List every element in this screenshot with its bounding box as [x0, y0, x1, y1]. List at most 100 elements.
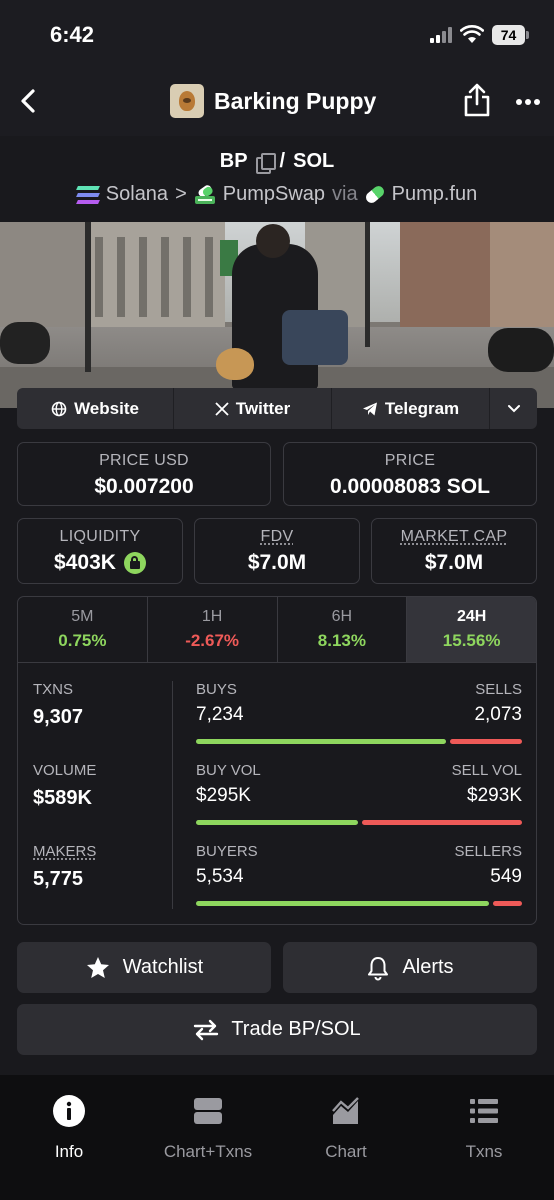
tab-info[interactable]: Info — [9, 1095, 129, 1162]
timeframe-name: 1H — [201, 608, 223, 625]
sellers-bar — [493, 901, 522, 906]
split-view-icon — [194, 1098, 222, 1124]
fdv-card: FDV $7.0M — [194, 518, 360, 584]
share-button[interactable] — [462, 82, 492, 118]
makers-value: 5,775 — [33, 868, 84, 890]
txns-ratio-bar — [196, 739, 522, 744]
sellers-label: SELLERS — [454, 843, 522, 860]
price-change: 8.13% — [317, 631, 366, 650]
price-change: -2.67% — [185, 631, 240, 650]
sell-vol-label: SELL VOL — [451, 762, 522, 779]
price-usd-card: PRICE USD $0.007200 — [17, 442, 271, 506]
sells-value: 2,073 — [474, 704, 522, 725]
timeframe-name: 6H — [331, 608, 353, 625]
price-native-value: 0.00008083 SOL — [330, 475, 490, 498]
more-options-button[interactable] — [516, 92, 544, 110]
status-bar: 6:42 74 — [0, 0, 554, 68]
twitter-button[interactable]: Twitter — [174, 388, 332, 429]
info-icon — [53, 1095, 85, 1127]
banner-person-head — [256, 224, 290, 258]
txns-value: 9,307 — [33, 706, 84, 728]
back-button[interactable] — [14, 84, 44, 118]
txns-stat: TXNS 9,307 — [33, 681, 173, 762]
liquidity-value-row: $403K — [18, 551, 182, 575]
chevron-right-icon: > — [175, 183, 187, 205]
fdv-value: $7.0M — [247, 551, 307, 574]
stats-splits: BUYS SELLS 7,234 2,073 BUY VOL SELL VOL $29… — [196, 681, 522, 924]
wifi-icon — [460, 25, 484, 43]
alerts-label: Alerts — [402, 956, 454, 978]
telegram-label: Telegram — [384, 398, 460, 418]
star-icon — [86, 956, 109, 978]
market-cap-label[interactable]: MARKET CAP — [372, 528, 536, 546]
pair-symbol: BP / SOL — [0, 150, 554, 174]
dex-link[interactable]: PumpSwap — [223, 183, 325, 206]
buy-vol-bar — [196, 820, 358, 825]
stats-divider — [172, 681, 173, 909]
tab-chart[interactable]: Chart — [286, 1095, 406, 1162]
trade-label: Trade BP/SOL — [231, 1018, 361, 1040]
makers-label[interactable]: MAKERS — [33, 843, 173, 860]
banner-motorcycle — [488, 328, 554, 372]
tab-chart-label: Chart — [325, 1142, 367, 1161]
banner-bikes-left — [0, 322, 50, 364]
more-links-button[interactable] — [490, 388, 537, 429]
copy-icon[interactable] — [255, 152, 276, 174]
watchlist-button[interactable]: Watchlist — [17, 942, 271, 993]
solana-icon — [75, 185, 100, 204]
tab-txns-label: Txns — [465, 1142, 503, 1161]
timeframe-name: 24H — [456, 608, 487, 625]
fdv-label[interactable]: FDV — [195, 528, 359, 546]
tab-1h[interactable]: 1H -2.67% — [148, 597, 278, 662]
base-symbol: BP — [219, 150, 248, 172]
price-native-label: PRICE — [384, 452, 436, 469]
banner-pole-left — [85, 222, 91, 372]
liquidity-value: $403K — [54, 551, 116, 574]
volume-label: VOLUME — [33, 762, 97, 779]
telegram-button[interactable]: Telegram — [332, 388, 490, 429]
chain-link[interactable]: Solana — [106, 183, 168, 206]
pair-route: Solana > PumpSwap via Pump.fun — [0, 183, 554, 206]
battery-indicator: 74 — [492, 25, 525, 45]
list-icon — [470, 1099, 498, 1123]
token-avatar — [170, 84, 204, 118]
txns-split: BUYS SELLS 7,234 2,073 — [196, 681, 522, 762]
status-time: 6:42 — [50, 22, 95, 47]
stats-panel: 5M 0.75% 1H -2.67% 6H 8.13% 24H 15.56% T… — [17, 596, 537, 925]
pumpswap-icon — [194, 184, 215, 204]
launchpad-link[interactable]: Pump.fun — [392, 183, 478, 206]
banner-puppy — [216, 348, 254, 380]
sell-vol-bar — [362, 820, 522, 825]
tab-chart-txns[interactable]: Chart+Txns — [148, 1095, 268, 1162]
buyers-bar — [196, 901, 489, 906]
bell-icon — [368, 956, 389, 980]
price-change: 15.56% — [442, 631, 501, 650]
timeframe-name: 5M — [71, 608, 94, 625]
trade-button[interactable]: Trade BP/SOL — [17, 1004, 537, 1055]
via-text: via — [332, 183, 358, 205]
globe-icon — [51, 401, 67, 416]
chevron-down-icon — [507, 404, 520, 412]
swap-arrows-icon — [194, 1019, 219, 1040]
liquidity-label: LIQUIDITY — [59, 528, 141, 545]
volume-ratio-bar — [196, 820, 522, 825]
market-cap-value: $7.0M — [424, 551, 484, 574]
quote-symbol: SOL — [293, 150, 335, 172]
liquidity-lock-icon[interactable] — [123, 552, 146, 574]
tab-txns[interactable]: Txns — [424, 1095, 544, 1162]
social-links: Website Twitter Telegram — [17, 388, 537, 429]
timeframe-tabs: 5M 0.75% 1H -2.67% 6H 8.13% 24H 15.56% — [18, 597, 536, 663]
txns-label: TXNS — [33, 681, 74, 698]
tab-6h[interactable]: 6H 8.13% — [278, 597, 408, 662]
sell-vol-value: $293K — [467, 785, 522, 806]
pill-icon — [363, 183, 386, 206]
buys-value: 7,234 — [196, 704, 244, 725]
volume-split: BUY VOL SELL VOL $295K $293K — [196, 762, 522, 843]
website-button[interactable]: Website — [17, 388, 174, 429]
tab-5m[interactable]: 5M 0.75% — [18, 597, 148, 662]
tab-chart-txns-label: Chart+Txns — [163, 1142, 253, 1161]
alerts-button[interactable]: Alerts — [283, 942, 537, 993]
buys-bar — [196, 739, 446, 744]
market-cap-card: MARKET CAP $7.0M — [371, 518, 537, 584]
tab-24h[interactable]: 24H 15.56% — [407, 597, 536, 662]
